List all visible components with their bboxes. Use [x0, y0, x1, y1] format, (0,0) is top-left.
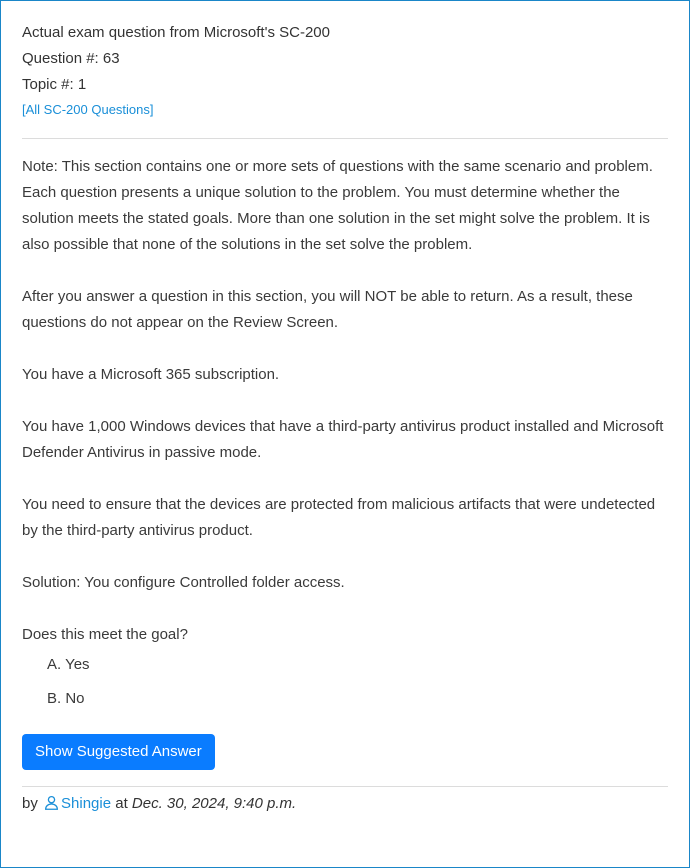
exam-title: Actual exam question from Microsoft's SC…: [22, 24, 330, 41]
question-paragraph: You need to ensure that the devices are …: [22, 496, 656, 539]
post-date: Dec. 30, 2024, 9:40 p.m.: [131, 795, 297, 812]
question-paragraph: You have 1,000 Windows devices that have…: [22, 418, 664, 461]
question-body: Note: This section contains one or more …: [22, 139, 668, 648]
at-label: at: [115, 795, 128, 812]
question-prompt: Does this meet the goal?: [22, 626, 188, 643]
question-paragraph: Solution: You configure Controlled folde…: [22, 574, 345, 591]
question-number: Question #: 63: [22, 50, 120, 67]
show-suggested-answer-button[interactable]: Show Suggested Answer: [22, 734, 215, 770]
question-paragraph: You have a Microsoft 365 subscription.: [22, 366, 280, 383]
choice-b[interactable]: B. No: [47, 686, 668, 712]
question-paragraph: Note: This section contains one or more …: [22, 158, 653, 253]
topic-number: Topic #: 1: [22, 76, 87, 93]
choice-a[interactable]: A. Yes: [47, 652, 668, 678]
username-link[interactable]: Shingie: [61, 795, 111, 812]
post-meta: by Shingie at Dec. 30, 2024, 9:40 p.m.: [22, 787, 668, 815]
question-paragraph: After you answer a question in this sect…: [22, 288, 633, 331]
user-icon: [44, 795, 59, 810]
by-label: by: [22, 795, 38, 812]
answer-choices: A. Yes B. No: [47, 652, 668, 712]
question-card: Actual exam question from Microsoft's SC…: [0, 0, 690, 868]
question-header: Actual exam question from Microsoft's SC…: [22, 1, 668, 121]
all-questions-link[interactable]: [All SC-200 Questions]: [22, 99, 154, 121]
